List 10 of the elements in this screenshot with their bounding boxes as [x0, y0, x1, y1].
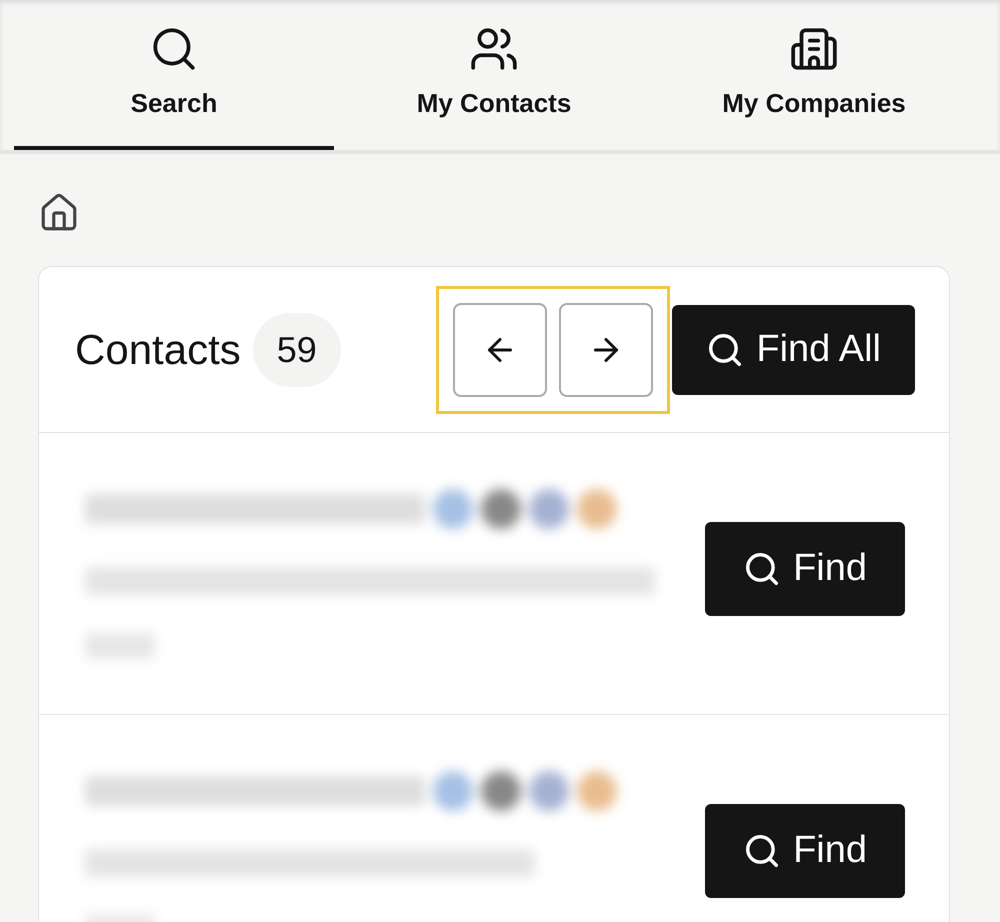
count-badge: 59	[252, 312, 341, 386]
next-button[interactable]	[559, 302, 654, 396]
tab[interactable]: My Contacts	[334, 0, 654, 150]
tab[interactable]: My Companies	[654, 0, 974, 150]
tab[interactable]: Search	[14, 0, 334, 150]
card-title: Contacts	[75, 325, 241, 375]
find-button[interactable]: Find	[705, 522, 905, 616]
find-all-button[interactable]: Find All	[672, 304, 915, 394]
find-button[interactable]: Find	[705, 804, 905, 898]
previous-button[interactable]	[453, 302, 548, 396]
